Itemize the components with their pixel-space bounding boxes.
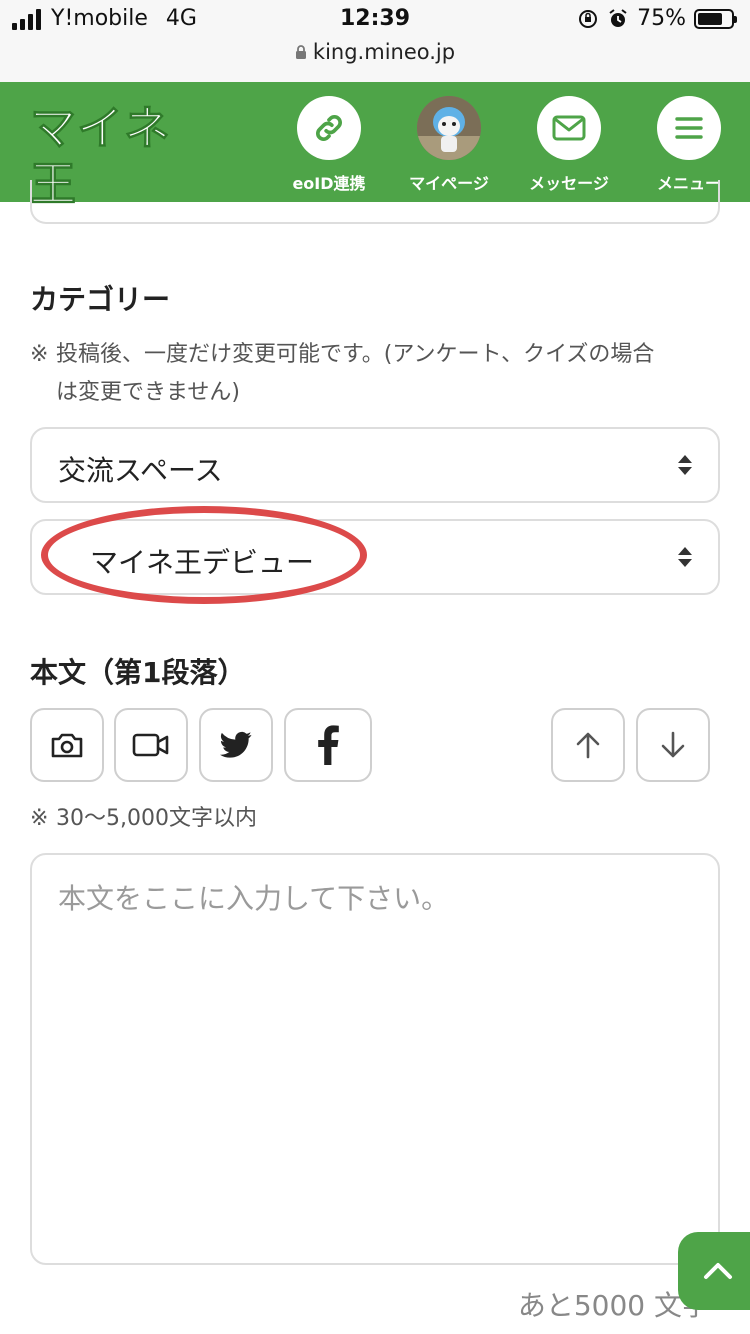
move-up-button[interactable] bbox=[551, 708, 625, 782]
status-bar: Y!mobile 4G 12:39 75% king.mineo.jp bbox=[0, 0, 750, 82]
rotation-lock-icon bbox=[579, 9, 598, 28]
avatar bbox=[417, 96, 481, 160]
envelope-icon bbox=[552, 115, 586, 141]
select-arrows-icon bbox=[678, 455, 692, 475]
facebook-icon bbox=[318, 725, 339, 765]
hamburger-icon bbox=[675, 117, 703, 139]
facebook-button[interactable] bbox=[284, 708, 372, 782]
body-limit-note: ※ 30〜5,000文字以内 bbox=[30, 806, 257, 831]
battery-percent: 75% bbox=[637, 6, 686, 31]
category-heading: カテゴリー bbox=[30, 283, 171, 316]
twitter-button[interactable] bbox=[199, 708, 273, 782]
move-down-button[interactable] bbox=[636, 708, 710, 782]
previous-input-field[interactable] bbox=[30, 180, 720, 224]
scroll-to-top-button[interactable] bbox=[678, 1232, 750, 1310]
arrow-down-icon bbox=[661, 731, 685, 758]
category-note: ※ 投稿後、一度だけ変更可能です。(アンケート、クイズの場合 は変更できません) bbox=[30, 342, 655, 405]
battery-icon bbox=[694, 8, 737, 29]
video-icon bbox=[132, 733, 169, 757]
body-placeholder: 本文をここに入力して下さい。 bbox=[58, 882, 450, 915]
camera-icon bbox=[51, 733, 83, 758]
alarm-icon bbox=[609, 8, 627, 27]
lock-icon bbox=[295, 45, 306, 59]
twitter-icon bbox=[220, 731, 252, 758]
url-text: king.mineo.jp bbox=[312, 40, 456, 64]
category-select-value: 交流スペース bbox=[58, 454, 223, 487]
video-button[interactable] bbox=[114, 708, 188, 782]
arrow-up-icon bbox=[576, 732, 600, 759]
address-bar[interactable]: king.mineo.jp bbox=[0, 40, 750, 64]
link-icon bbox=[316, 115, 342, 141]
red-circle-annotation bbox=[41, 506, 367, 604]
category-select[interactable]: 交流スペース bbox=[30, 427, 720, 503]
photo-button[interactable] bbox=[30, 708, 104, 782]
body-textarea[interactable]: 本文をここに入力して下さい。 bbox=[30, 853, 720, 1265]
body-heading: 本文（第1段落） bbox=[30, 656, 246, 689]
select-arrows-icon bbox=[678, 547, 692, 567]
chevron-up-icon bbox=[704, 1263, 732, 1279]
